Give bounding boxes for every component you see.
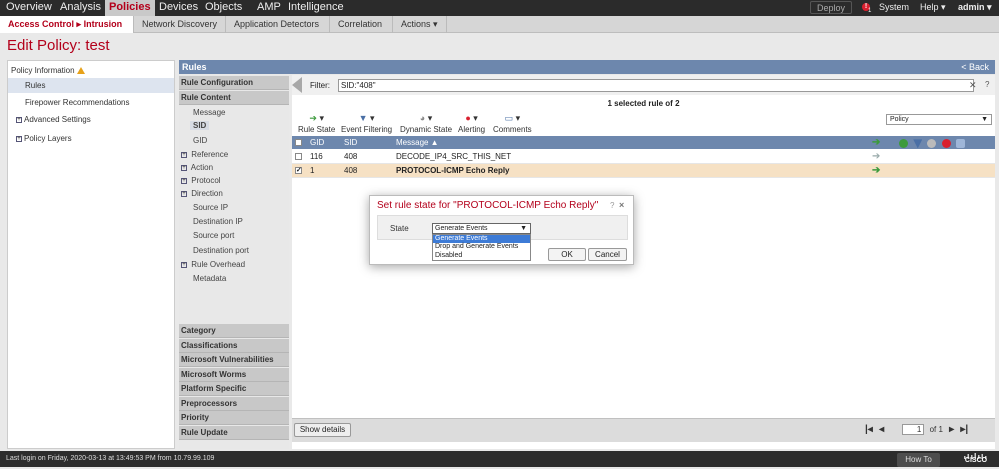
set-rule-state-dialog: Set rule state for "PROTOCOL-ICMP Echo R…	[369, 195, 634, 265]
state-options-list: Generate Events Drop and Generate Events…	[432, 234, 531, 261]
state-label: State	[390, 224, 409, 233]
cancel-button[interactable]: Cancel	[588, 248, 627, 261]
option-disabled[interactable]: Disabled	[433, 252, 530, 260]
modal-overlay: Set rule state for "PROTOCOL-ICMP Echo R…	[0, 0, 999, 467]
ok-button[interactable]: OK	[548, 248, 586, 261]
state-select-value: Generate Events	[435, 225, 488, 232]
state-select[interactable]: Generate Events ▼	[432, 223, 531, 234]
dialog-help-icon[interactable]: ?	[610, 201, 614, 210]
option-drop-and-generate-events[interactable]: Drop and Generate Events	[433, 243, 530, 251]
chevron-down-icon: ▼	[520, 225, 527, 232]
dialog-title: Set rule state for "PROTOCOL-ICMP Echo R…	[377, 200, 599, 211]
dialog-close-icon[interactable]: ×	[619, 200, 624, 210]
option-generate-events[interactable]: Generate Events	[433, 235, 530, 244]
